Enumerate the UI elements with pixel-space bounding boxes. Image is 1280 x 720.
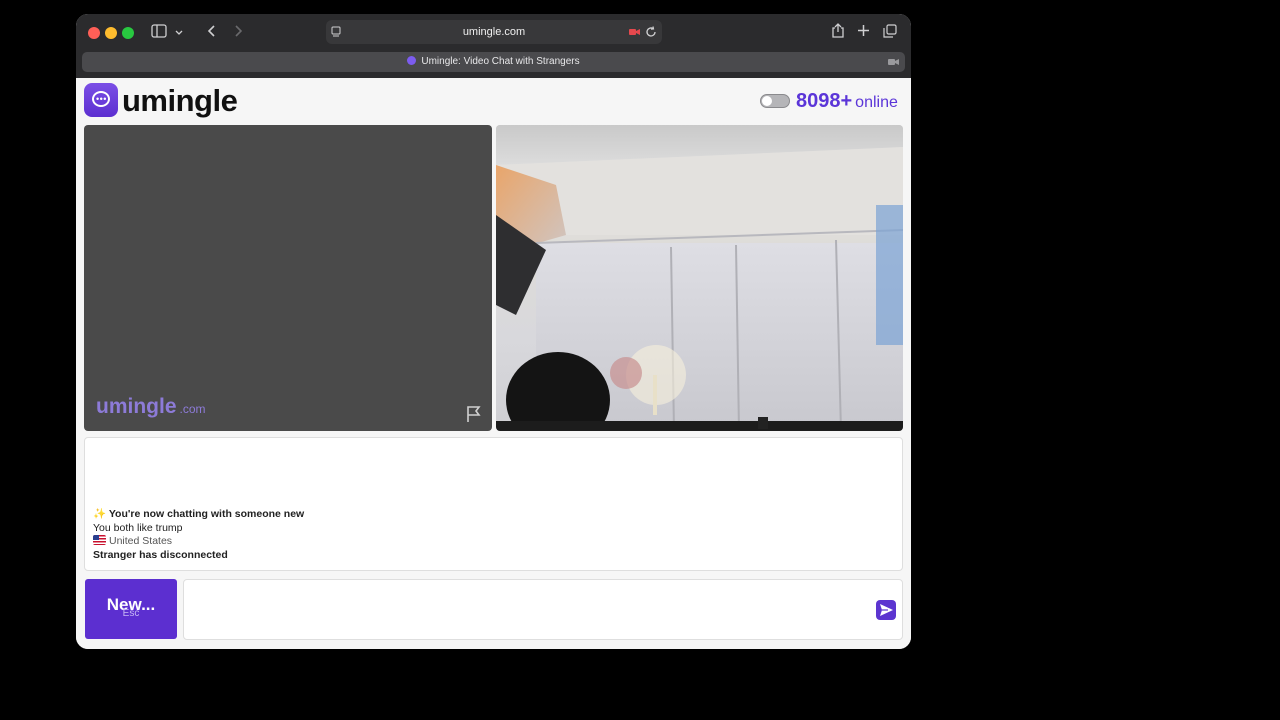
back-icon[interactable] <box>207 24 217 41</box>
tab-favicon <box>407 55 417 65</box>
share-icon[interactable] <box>832 23 844 41</box>
send-button[interactable] <box>876 600 896 620</box>
new-tab-icon[interactable] <box>857 24 870 40</box>
page-menu-icon[interactable] <box>331 25 341 41</box>
logo-text[interactable]: umingle <box>122 81 238 121</box>
tab-overview-icon[interactable] <box>883 24 897 41</box>
disconnect-line: Stranger has disconnected <box>93 548 228 561</box>
close-window-button[interactable] <box>88 27 100 39</box>
interest-line: You both like trump <box>93 521 183 534</box>
forward-icon[interactable] <box>233 24 243 41</box>
self-camera-video <box>496 125 903 431</box>
send-icon <box>880 604 893 616</box>
online-counter: 8098+ online <box>796 88 898 116</box>
online-count: 8098+ <box>796 90 853 112</box>
browser-toolbar: umingle.com Umingle: Video Chat with Str… <box>76 14 911 78</box>
sidebar-toggle-icon[interactable] <box>151 24 167 41</box>
message-input[interactable] <box>183 579 903 640</box>
active-tab[interactable]: Umingle: Video Chat with Strangers <box>82 52 905 72</box>
camera-scene <box>496 125 903 431</box>
watermark-main: umingle <box>96 395 177 418</box>
country-line: United States <box>93 535 304 549</box>
reload-icon[interactable] <box>645 25 657 41</box>
toggle-knob <box>762 96 772 106</box>
video-watermark: umingle .com <box>96 395 206 419</box>
new-chat-line: ✨ You're now chatting with someone new <box>93 508 304 522</box>
camera-in-use-icon[interactable] <box>629 25 641 41</box>
sparkle-icon: ✨ <box>93 508 107 520</box>
country-text: United States <box>109 535 173 547</box>
browser-window: umingle.com Umingle: Video Chat with Str… <box>76 14 911 649</box>
stranger-video: umingle .com <box>84 125 492 431</box>
zoom-window-button[interactable] <box>122 27 134 39</box>
online-label: online <box>855 94 898 111</box>
new-chat-button[interactable]: New... Esc <box>85 579 177 639</box>
minimize-window-button[interactable] <box>105 27 117 39</box>
report-flag-icon[interactable] <box>464 404 484 424</box>
logo-icon[interactable]: ••• <box>84 83 118 117</box>
tab-title: Umingle: Video Chat with Strangers <box>421 56 580 67</box>
address-bar[interactable]: umingle.com <box>326 20 662 44</box>
url-text: umingle.com <box>462 26 526 38</box>
watermark-domain: .com <box>179 402 206 416</box>
online-toggle[interactable] <box>760 94 790 108</box>
tab-camera-icon[interactable] <box>888 55 900 71</box>
new-button-hint: Esc <box>122 608 140 619</box>
new-chat-text: You're now chatting with someone new <box>108 508 305 520</box>
chevron-down-icon[interactable] <box>175 25 183 41</box>
chat-log: ✨ You're now chatting with someone new Y… <box>84 437 903 571</box>
page-content: ••• umingle 8098+ online umingle .com ✨ … <box>76 78 911 649</box>
us-flag-icon <box>93 535 106 546</box>
